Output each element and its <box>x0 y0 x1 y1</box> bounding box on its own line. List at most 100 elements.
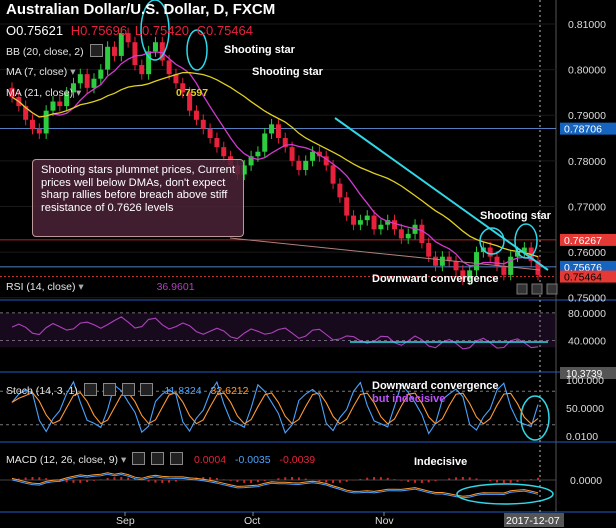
macd-value-2: -0.0035 <box>234 454 271 466</box>
settings-icon[interactable] <box>83 383 97 396</box>
current-date-label: 2017-12-07 <box>506 515 560 527</box>
candle-body <box>453 261 459 271</box>
candle-body <box>310 151 316 161</box>
candle-body <box>371 215 377 230</box>
bb-label: BB (20, close, 2) <box>6 46 84 58</box>
settings-icon[interactable] <box>151 452 165 465</box>
macd-annotation: Indecisive <box>414 456 468 468</box>
high-value: H0.75696 <box>70 23 128 38</box>
candle-body <box>494 256 500 266</box>
candle-body <box>255 151 261 157</box>
macd-value-1: 0.0004 <box>193 454 227 466</box>
settings-icon[interactable] <box>121 383 135 396</box>
ma21-value: 0.7597 <box>176 87 209 99</box>
candle-body <box>50 101 56 111</box>
candle-body <box>200 119 206 129</box>
pane-button <box>531 283 543 295</box>
stoch-k-value: 11.8324 <box>164 385 202 397</box>
candle-body <box>275 124 281 139</box>
candle-body <box>139 65 145 75</box>
price-tick-label: 0.77000 <box>568 201 606 213</box>
candle-body <box>364 215 370 221</box>
candle-body <box>262 133 268 152</box>
macd-legend[interactable]: MACD (12, 26, close, 9) ▾ 0.0004 -0.0035… <box>6 452 315 466</box>
macd-value-3: -0.0039 <box>279 454 316 466</box>
open-value: O0.75621 <box>6 23 64 38</box>
x-axis-label: Sep <box>116 515 135 527</box>
x-axis-label: Nov <box>375 515 394 527</box>
candle-body <box>269 124 275 134</box>
price-tag-label: 0.78706 <box>564 124 602 136</box>
dropdown-icon[interactable]: ▾ <box>78 281 83 293</box>
stoch-label: Stoch (14, 3, 1) <box>6 385 78 397</box>
macd-label: MACD (12, 26, close, 9) <box>6 454 119 466</box>
candle-body <box>296 160 302 170</box>
candle-body <box>378 224 384 230</box>
candle-body <box>98 69 104 79</box>
candle-body <box>91 78 97 88</box>
candle-body <box>303 160 309 170</box>
candle-body <box>166 60 172 75</box>
annotation-shooting-star-1: Shooting star <box>224 44 295 56</box>
candle-body <box>392 220 398 230</box>
stoch-legend[interactable]: Stoch (14, 3, 1) 11.8324 32.6212 <box>6 383 248 397</box>
candle-body <box>193 110 199 120</box>
rsi-value: 36.9601 <box>156 281 195 293</box>
candle-body <box>214 138 220 148</box>
macd-tick-label: 0.0000 <box>570 475 602 487</box>
pane-button <box>516 283 528 295</box>
settings-icon[interactable] <box>89 44 103 57</box>
candle-body <box>221 147 227 157</box>
stoch-d-value: 32.6212 <box>210 385 249 397</box>
ma7-legend[interactable]: MA (7, close) ▾ <box>6 66 75 78</box>
candle-body <box>111 46 117 56</box>
price-tick-label: 0.75000 <box>568 293 606 305</box>
chart-root: 0.81000 0.80000 0.79000 0.78000 0.77000 0.760… <box>0 0 616 528</box>
rsi-tick-label: 80.0000 <box>568 308 606 320</box>
candle-body <box>57 101 63 107</box>
macd-line <box>11 473 539 499</box>
candle-body <box>351 215 357 225</box>
settings-icon[interactable] <box>102 383 116 396</box>
candle-body <box>132 42 138 66</box>
price-tick-label: 0.78000 <box>568 156 606 168</box>
candle-body <box>433 256 439 266</box>
candle-body <box>474 252 480 271</box>
pane-button <box>546 283 558 295</box>
settings-icon[interactable] <box>140 383 154 396</box>
stoch-tick-label: 50.0000 <box>566 403 604 415</box>
price-tick-label: 0.81000 <box>568 19 606 31</box>
candle-body <box>405 233 411 239</box>
candle-body <box>501 265 507 275</box>
rsi-legend[interactable]: RSI (14, close) ▾ 36.9601 <box>6 281 195 293</box>
dropdown-icon[interactable]: ▾ <box>121 454 126 466</box>
candle-body <box>43 110 49 134</box>
candle-body <box>439 256 445 266</box>
candle-body <box>330 165 336 184</box>
candle-body <box>29 119 35 129</box>
settings-icon[interactable] <box>132 452 146 465</box>
candle-body <box>105 46 111 70</box>
x-axis-label: Oct <box>244 515 260 527</box>
stoch-tick-label: 100.000 <box>566 375 604 387</box>
annotation-shooting-star-2: Shooting star <box>252 66 323 78</box>
candle-body <box>36 128 42 134</box>
dropdown-icon[interactable]: ▾ <box>70 66 75 78</box>
low-value: L0.75420 <box>134 23 189 38</box>
bb-legend[interactable]: BB (20, close, 2) <box>6 44 103 58</box>
chart-svg: 0.81000 0.80000 0.79000 0.78000 0.77000 0.760… <box>0 0 616 528</box>
stoch-tick-label: 0.0100 <box>566 431 598 443</box>
candle-body <box>426 242 432 257</box>
ma21-legend[interactable]: MA (21, close) ▾ <box>6 87 81 99</box>
settings-icon[interactable] <box>170 452 184 465</box>
ma21-label: MA (21, close) <box>6 87 74 99</box>
price-tick-label: 0.80000 <box>568 65 606 77</box>
candle-body <box>344 197 350 216</box>
analysis-note: Shooting stars plummet prices, Current p… <box>32 159 244 237</box>
candle-body <box>152 42 158 52</box>
candle-body <box>398 229 404 239</box>
chart-title: Australian Dollar/U.S. Dollar, D, FXCM <box>6 1 276 18</box>
candle-body <box>84 74 90 88</box>
price-tag-label: 0.75464 <box>564 272 602 284</box>
dropdown-icon[interactable]: ▾ <box>76 87 81 99</box>
